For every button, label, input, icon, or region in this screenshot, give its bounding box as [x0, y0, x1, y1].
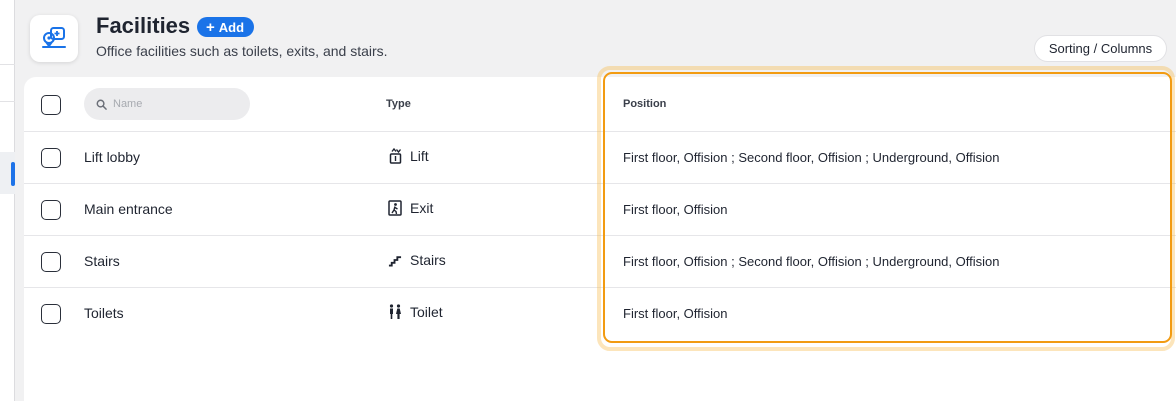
add-button-label: Add	[218, 19, 245, 35]
facility-position: First floor, Offision	[623, 202, 728, 217]
facility-position: First floor, Offision ; Second floor, Of…	[623, 254, 1000, 269]
table-row[interactable]: Stairs Stairs First floor, Offision ; Se…	[24, 236, 1176, 288]
facilities-app-icon	[30, 15, 78, 62]
column-header-position[interactable]: Position	[623, 98, 666, 110]
table-header-row: Type Position	[24, 77, 1176, 132]
toilet-icon	[388, 304, 402, 320]
row-checkbox[interactable]	[41, 200, 61, 220]
sidebar-divider	[0, 64, 15, 65]
facility-name: Toilets	[84, 305, 124, 321]
lift-icon	[388, 148, 402, 164]
facility-type-label: Toilet	[410, 304, 443, 320]
name-search-field[interactable]	[84, 88, 250, 120]
row-checkbox[interactable]	[41, 304, 61, 324]
row-checkbox[interactable]	[41, 148, 61, 168]
facility-type-label: Exit	[410, 200, 434, 216]
table-row[interactable]: Main entrance Exit First floor, Offision	[24, 184, 1176, 236]
column-header-type[interactable]: Type	[386, 98, 411, 110]
table-row[interactable]: Toilets Toilet First floor, Offision	[24, 288, 1176, 341]
facility-type: Exit	[388, 200, 433, 216]
plus-icon: +	[206, 18, 215, 36]
sorting-columns-button[interactable]: Sorting / Columns	[1034, 35, 1167, 62]
page-subtitle: Office facilities such as toilets, exits…	[96, 43, 388, 59]
facility-name: Stairs	[84, 253, 120, 269]
facility-type: Toilet	[388, 304, 443, 320]
facility-type: Stairs	[388, 252, 446, 268]
stairs-icon	[388, 252, 402, 268]
search-icon	[96, 99, 107, 110]
facility-type-label: Lift	[410, 148, 429, 164]
facility-type-label: Stairs	[410, 252, 446, 268]
row-checkbox[interactable]	[41, 252, 61, 272]
sidebar	[0, 0, 15, 401]
table-row[interactable]: Lift lobby Lift First floor, Offision ; …	[24, 132, 1176, 184]
sidebar-divider	[0, 101, 15, 102]
select-all-checkbox[interactable]	[41, 95, 61, 115]
facility-name: Main entrance	[84, 201, 173, 217]
sidebar-active-indicator	[11, 162, 15, 186]
add-facility-button[interactable]: + Add	[197, 17, 255, 37]
facility-position: First floor, Offision ; Second floor, Of…	[623, 150, 1000, 165]
facility-name: Lift lobby	[84, 149, 141, 165]
exit-icon	[388, 200, 402, 216]
page-title: Facilities	[96, 13, 191, 38]
facility-position: First floor, Offision	[623, 306, 728, 321]
facilities-table: Type Position Lift lobby Lift First floo…	[24, 77, 1176, 401]
search-input[interactable]	[113, 98, 233, 110]
location-map-icon	[42, 26, 66, 48]
facility-type: Lift	[388, 148, 429, 164]
